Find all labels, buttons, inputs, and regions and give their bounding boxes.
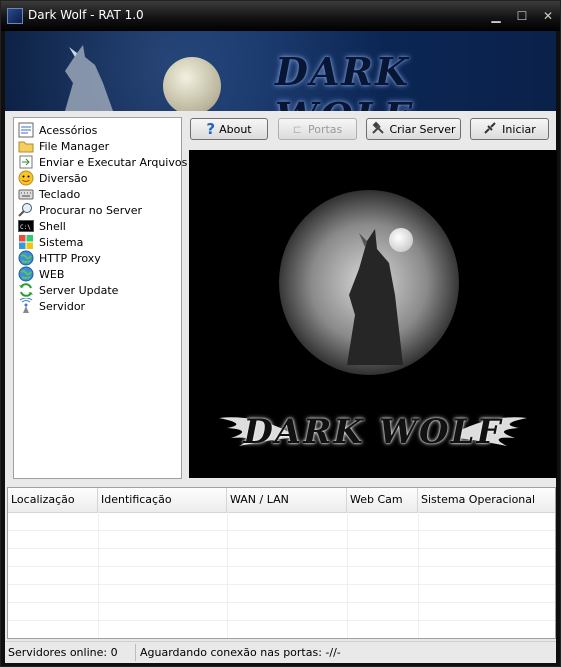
tree-item-servidor[interactable]: Servidor <box>18 297 86 314</box>
tree-item-shell[interactable]: C:\ Shell <box>18 218 66 234</box>
preview-logo: DARK WOLF <box>243 412 503 452</box>
app-icon[interactable] <box>7 8 23 24</box>
tree-item-label: Procurar no Server <box>39 203 143 217</box>
tree-item-label: Teclado <box>39 187 81 201</box>
tree-item-diversao[interactable]: Diversão <box>18 170 88 186</box>
window-title: Dark Wolf - RAT 1.0 <box>28 8 144 22</box>
client-area: DARK WOLF Acessórios File Manager Enviar… <box>5 31 557 663</box>
col-localizacao[interactable]: Localização <box>8 488 98 512</box>
tree-item-procurar[interactable]: Procurar no Server <box>18 202 142 218</box>
iniciar-button[interactable]: Iniciar <box>470 118 549 140</box>
table-row[interactable] <box>8 566 555 585</box>
tools-icon <box>371 121 385 138</box>
connections-table[interactable]: Localização Identificação WAN / LAN Web … <box>7 487 556 639</box>
antenna-icon <box>18 297 34 314</box>
status-waiting: Aguardando conexão nas portas: -//- <box>140 646 341 659</box>
smiley-icon <box>18 170 34 186</box>
tree-item-label: HTTP Proxy <box>39 251 101 265</box>
header-banner: DARK WOLF <box>5 31 556 111</box>
tree-item-label: Acessórios <box>39 123 98 137</box>
menu-tree[interactable]: Acessórios File Manager Enviar e Executa… <box>13 117 187 479</box>
col-web-cam[interactable]: Web Cam <box>347 488 418 512</box>
howling-wolf-icon <box>65 45 113 111</box>
tree-item-label: Server Update <box>39 283 119 297</box>
help-icon: ? <box>206 120 216 138</box>
table-row[interactable] <box>8 548 555 567</box>
status-online: Servidores online: 0 <box>5 644 136 661</box>
tree-item-acessorios[interactable]: Acessórios <box>18 122 97 138</box>
tree-item-server-update[interactable]: Server Update <box>18 282 118 298</box>
about-label: About <box>219 122 252 136</box>
tree-item-web[interactable]: WEB <box>18 266 64 282</box>
tree-item-label: Diversão <box>39 171 88 185</box>
tree-item-label: File Manager <box>39 139 110 153</box>
howling-wolf-icon <box>347 229 403 365</box>
about-button[interactable]: ? About <box>190 118 268 140</box>
accessories-icon <box>18 122 34 138</box>
column-divider <box>418 512 419 638</box>
column-divider <box>98 512 99 638</box>
preview-image: DARK WOLF <box>189 150 557 478</box>
tree-item-sistema[interactable]: Sistema <box>18 234 83 250</box>
windows-flag-icon <box>18 234 34 250</box>
portas-button[interactable]: ⊏ Portas <box>278 118 357 140</box>
connect-icon <box>483 121 497 138</box>
svg-text:C:\: C:\ <box>20 224 31 231</box>
tree-item-label: Shell <box>39 219 66 233</box>
tree-item-label: Servidor <box>39 299 86 313</box>
refresh-icon <box>18 282 34 298</box>
close-button[interactable]: ✕ <box>537 7 559 25</box>
table-row[interactable] <box>8 512 555 531</box>
globe-icon <box>18 250 34 266</box>
tree-item-file-manager[interactable]: File Manager <box>18 138 109 154</box>
portas-label: Portas <box>307 122 343 136</box>
maximize-button[interactable]: ☐ <box>511 7 533 25</box>
tree-item-teclado[interactable]: Teclado <box>18 186 80 202</box>
col-identificacao[interactable]: Identificação <box>98 488 227 512</box>
minimize-button[interactable]: ▁ <box>485 7 507 25</box>
tree-item-http-proxy[interactable]: HTTP Proxy <box>18 250 101 266</box>
keyboard-icon <box>18 186 34 202</box>
tree-item-label: WEB <box>39 267 65 281</box>
banner-logo: DARK WOLF <box>275 49 411 111</box>
criar-server-label: Criar Server <box>389 122 456 136</box>
column-divider <box>227 512 228 638</box>
folder-icon <box>18 138 34 154</box>
table-row[interactable] <box>8 530 555 549</box>
table-row[interactable] <box>8 620 555 638</box>
table-row[interactable] <box>8 602 555 621</box>
title-bar[interactable]: Dark Wolf - RAT 1.0 ▁ ☐ ✕ <box>1 1 560 31</box>
iniciar-label: Iniciar <box>502 122 536 136</box>
col-wan-lan[interactable]: WAN / LAN <box>227 488 347 512</box>
tree-item-label: Sistema <box>39 235 84 249</box>
table-header: Localização Identificação WAN / LAN Web … <box>8 488 555 513</box>
globe-icon <box>18 266 34 282</box>
moon-image <box>163 57 221 111</box>
column-divider <box>347 512 348 638</box>
criar-server-button[interactable]: Criar Server <box>366 118 461 140</box>
table-row[interactable] <box>8 584 555 603</box>
port-icon: ⊏ <box>292 122 302 136</box>
magnifier-icon <box>18 202 34 218</box>
tree-item-label: Enviar e Executar Arquivos <box>39 155 188 169</box>
console-icon: C:\ <box>18 218 34 234</box>
status-bar: Servidores online: 0 Aguardando conexão … <box>5 641 556 663</box>
col-sistema-operacional[interactable]: Sistema Operacional <box>418 488 555 512</box>
tree-item-enviar-executar[interactable]: Enviar e Executar Arquivos <box>18 154 187 170</box>
main-window: Dark Wolf - RAT 1.0 ▁ ☐ ✕ DARK WOLF Aces… <box>0 0 561 667</box>
send-file-icon <box>18 154 34 170</box>
